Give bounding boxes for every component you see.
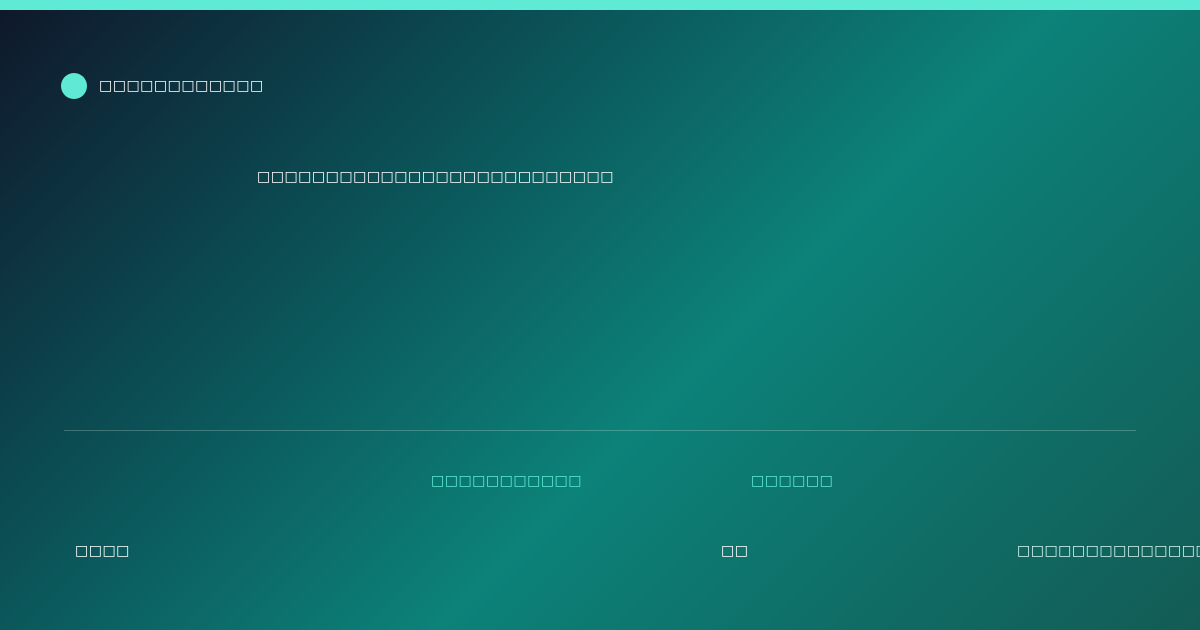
highlight-label-1: □□□□□□□□□□□ bbox=[431, 473, 583, 489]
footer-middle-text: □□ bbox=[721, 543, 749, 559]
top-accent-bar bbox=[0, 0, 1200, 10]
highlight-label-2: □□□□□□ bbox=[751, 473, 834, 489]
footer-left-text: □□□□ bbox=[75, 543, 130, 559]
brand-logo-dot bbox=[61, 73, 87, 99]
footer-right-text: □□□□□□□□□□□□□□□□ bbox=[1017, 543, 1200, 559]
brand: □□□□□□□□□□□□ bbox=[61, 73, 264, 99]
brand-name: □□□□□□□□□□□□ bbox=[99, 78, 264, 94]
headline: □□□□□□□□□□□□□□□□□□□□□□□□□□ bbox=[257, 169, 614, 185]
divider bbox=[64, 430, 1136, 431]
